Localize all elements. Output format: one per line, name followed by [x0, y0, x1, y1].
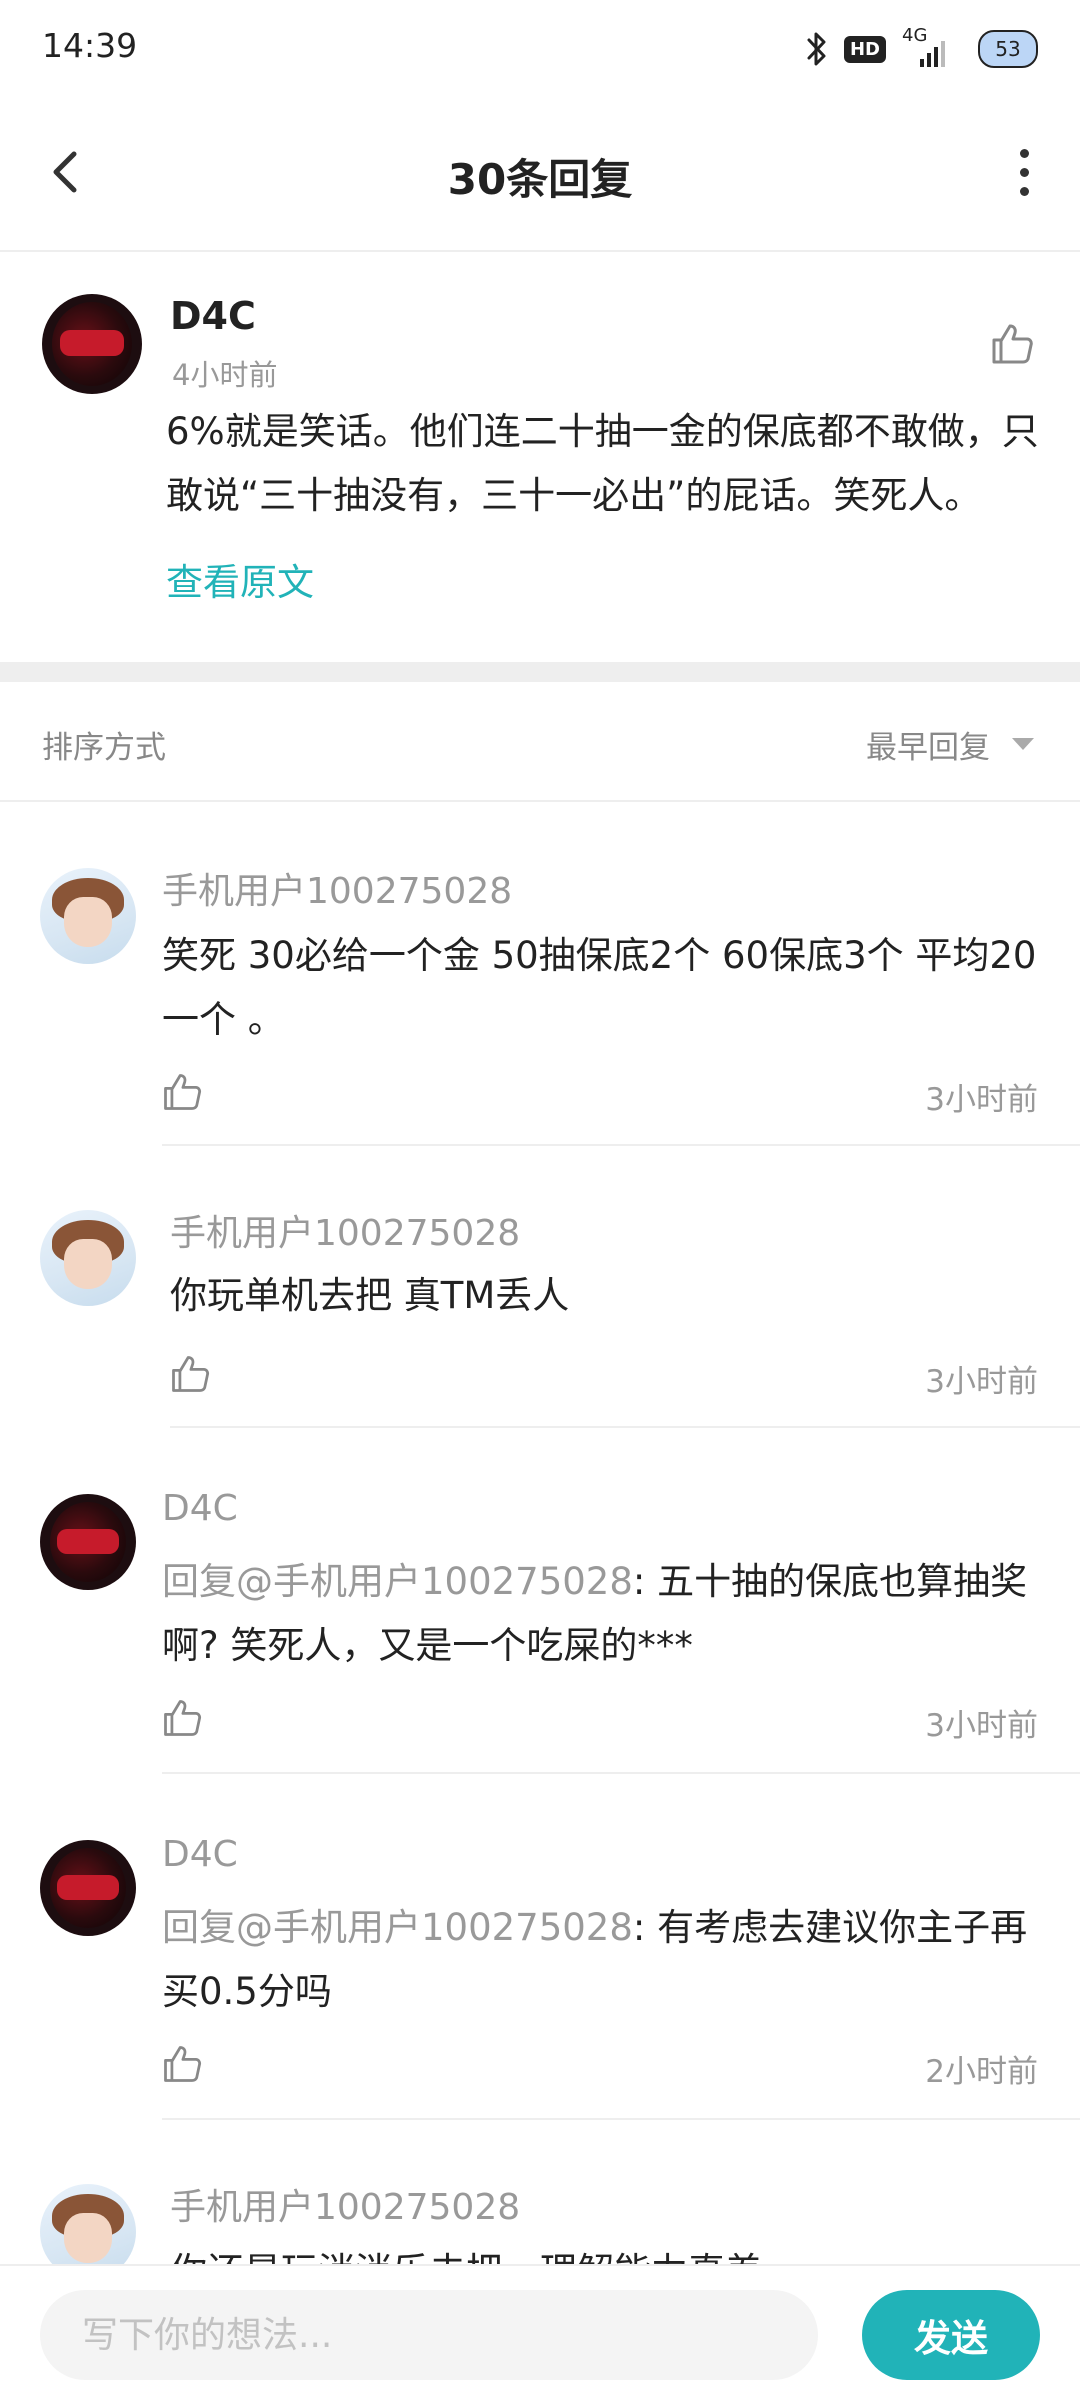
- reply-text: 你玩单机去把 真TM丢人: [170, 1264, 1070, 1328]
- reply-author[interactable]: 手机用户100275028: [170, 1204, 520, 1256]
- reply-time: 3小时前: [925, 1082, 1038, 1118]
- reply-time: 2小时前: [925, 2054, 1038, 2090]
- hd-icon: HD: [843, 35, 886, 63]
- bluetooth-icon: [807, 32, 826, 66]
- caret-down-icon[interactable]: [1012, 738, 1034, 750]
- sort-bar: 排序方式 最早回复: [0, 682, 1080, 802]
- reply-mention[interactable]: 回复@手机用户100275028: [162, 1560, 633, 1603]
- reply-time: 3小时前: [925, 1708, 1038, 1744]
- like-button[interactable]: [168, 1352, 212, 1396]
- like-button[interactable]: [988, 320, 1036, 368]
- thumbs-up-icon: [164, 1074, 202, 1110]
- reply-author[interactable]: 手机用户100275028: [162, 862, 512, 914]
- reply-text: 回复@手机用户100275028: 有考虑去建议你主子再买0.5分吗: [162, 1896, 1062, 2024]
- reply-text: 你还是玩消消乐去把，理解能力真差: [170, 2240, 1070, 2264]
- signal-icon: 4G: [902, 25, 962, 71]
- sort-dropdown[interactable]: 最早回复: [866, 722, 990, 767]
- battery-icon: 53: [978, 30, 1038, 68]
- more-options-button[interactable]: [1002, 142, 1046, 202]
- like-button[interactable]: [160, 1070, 204, 1114]
- comment-author[interactable]: D4C: [170, 294, 256, 338]
- comment-text: 6%就是笑话。他们连二十抽一金的保底都不敢做，只敢说“三十抽没有，三十一必出”的…: [166, 410, 1039, 517]
- like-button[interactable]: [160, 2042, 204, 2086]
- comment-time: 4小时前: [172, 358, 278, 392]
- avatar[interactable]: [40, 1494, 136, 1590]
- reply-item: 手机用户100275028 你玩单机去把 真TM丢人 3小时前: [0, 1148, 1080, 1430]
- divider: [162, 1144, 1080, 1146]
- thumbs-up-icon: [164, 2046, 202, 2082]
- battery-level: 53: [995, 37, 1021, 61]
- top-app-bar: 30条回复: [0, 100, 1080, 252]
- comment-input-bar: 发送: [0, 2264, 1080, 2402]
- sort-label: 排序方式: [42, 730, 166, 766]
- reply-item: 手机用户100275028 笑死 30必给一个金 50抽保底2个 60保底3个 …: [0, 802, 1080, 1148]
- reply-body: 你还是玩消消乐去把，理解能力真差: [170, 2250, 762, 2264]
- reply-item: D4C 回复@手机用户100275028: 有考虑去建议你主子再买0.5分吗 2…: [0, 1776, 1080, 2122]
- reply-text: 回复@手机用户100275028: 五十抽的保底也算抽奖啊? 笑死人，又是一个吃…: [162, 1550, 1062, 1678]
- page-title: 30条回复: [447, 155, 633, 204]
- avatar[interactable]: [42, 294, 142, 394]
- reply-list: 手机用户100275028 笑死 30必给一个金 50抽保底2个 60保底3个 …: [0, 802, 1080, 2264]
- reply-time: 3小时前: [925, 1364, 1038, 1400]
- reply-author[interactable]: D4C: [162, 1834, 238, 1875]
- more-vertical-icon: [1019, 148, 1029, 158]
- status-time: 14:39: [42, 26, 138, 65]
- avatar[interactable]: [40, 2184, 136, 2264]
- reply-item: 手机用户100275028 你还是玩消消乐去把，理解能力真差: [0, 2122, 1080, 2264]
- reply-text: 笑死 30必给一个金 50抽保底2个 60保底3个 平均20一个 。: [162, 924, 1062, 1052]
- divider: [162, 1772, 1080, 1774]
- comment-input[interactable]: [40, 2290, 818, 2380]
- avatar[interactable]: [40, 1840, 136, 1936]
- divider: [162, 2118, 1080, 2120]
- reply-mention[interactable]: 回复@手机用户100275028: [162, 1906, 633, 1949]
- avatar[interactable]: [40, 1210, 136, 1306]
- send-button[interactable]: 发送: [862, 2290, 1040, 2380]
- status-bar: 14:39 HD 4G 53: [0, 0, 1080, 96]
- reply-item: D4C 回复@手机用户100275028: 五十抽的保底也算抽奖啊? 笑死人，又…: [0, 1430, 1080, 1776]
- reply-body: 你玩单机去把 真TM丢人: [170, 1274, 570, 1317]
- section-divider: [0, 662, 1080, 682]
- avatar[interactable]: [40, 868, 136, 964]
- view-original-link[interactable]: 查看原文: [166, 552, 314, 606]
- status-icons: HD 4G 53: [806, 24, 1038, 74]
- thumbs-up-icon: [172, 1356, 210, 1392]
- reply-body: 笑死 30必给一个金 50抽保底2个 60保底3个 平均20一个 。: [162, 934, 1037, 1041]
- thumbs-up-icon: [164, 1700, 202, 1736]
- like-button[interactable]: [160, 1696, 204, 1740]
- reply-author[interactable]: D4C: [162, 1488, 238, 1529]
- thumbs-up-icon: [992, 324, 1033, 364]
- original-comment: D4C 4小时前 6%就是笑话。他们连二十抽一金的保底都不敢做，只敢说“三十抽没…: [0, 252, 1080, 660]
- divider: [170, 1426, 1080, 1428]
- reply-author[interactable]: 手机用户100275028: [170, 2178, 520, 2230]
